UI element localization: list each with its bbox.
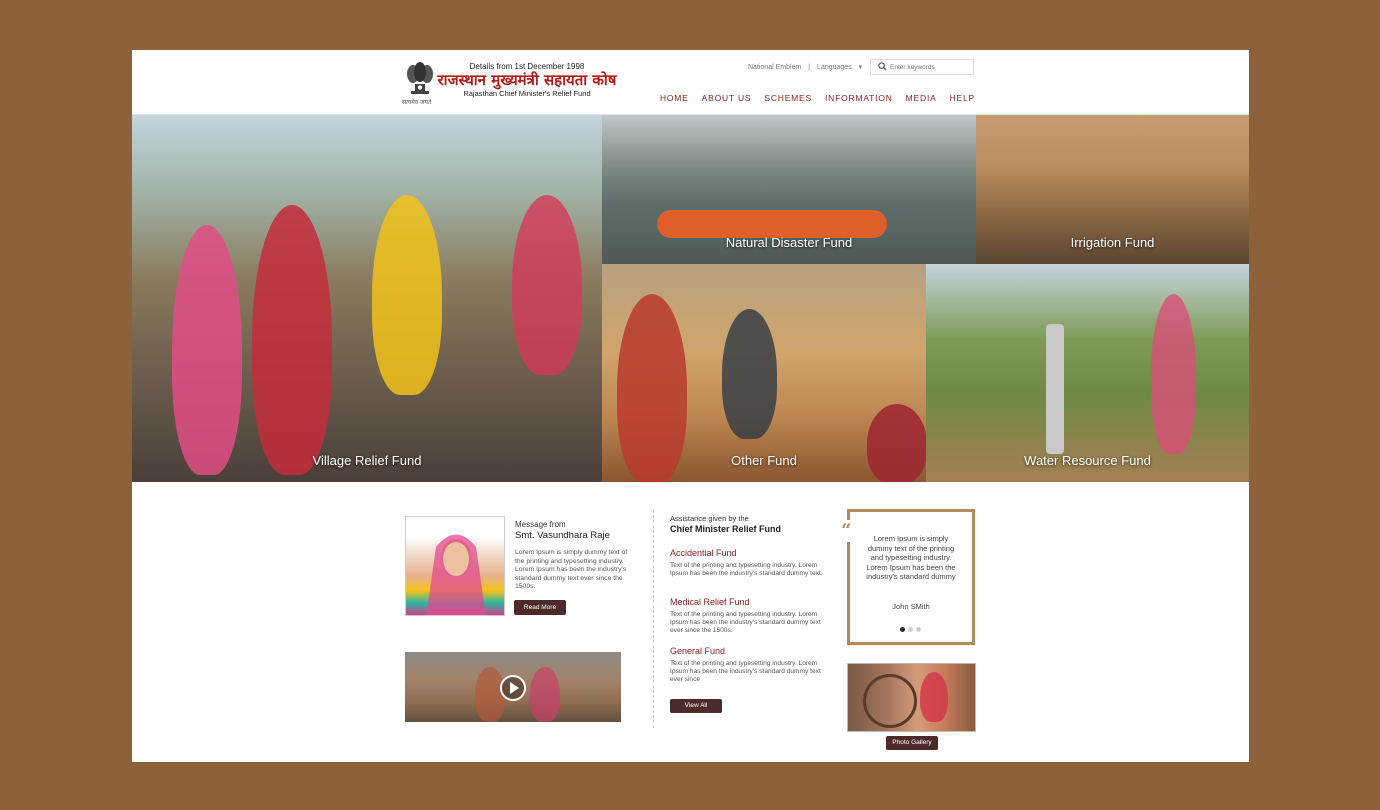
- testimonial-text: Lorem Ipsum is simply dummy text of the …: [866, 534, 956, 582]
- video-thumbnail[interactable]: [405, 652, 621, 722]
- languages-label: Languages: [817, 64, 852, 71]
- read-more-button[interactable]: Read More: [514, 600, 566, 615]
- tile-caption: Village Relief Fund: [312, 453, 422, 468]
- tile-caption: Natural Disaster Fund: [725, 235, 853, 250]
- photo-boat: [657, 210, 887, 238]
- nav-help[interactable]: HELP: [950, 93, 975, 103]
- search-input[interactable]: [890, 61, 970, 73]
- photo-figure: [512, 195, 582, 375]
- column-divider: [653, 510, 654, 728]
- tile-water-resource-fund[interactable]: Water Resource Fund: [926, 264, 1249, 482]
- fund-accidential-text: Text of the printing and typesetting ind…: [670, 562, 823, 578]
- quote-icon: “: [841, 520, 852, 542]
- languages-dropdown[interactable]: Languages ▾: [817, 64, 867, 71]
- fund-medical-text: Text of the printing and typesetting ind…: [670, 611, 821, 635]
- photo-figure: [920, 672, 948, 722]
- tile-caption: Irrigation Fund: [1070, 235, 1155, 250]
- toplinks-separator: |: [808, 64, 811, 71]
- carousel-dots: [900, 627, 921, 632]
- search-icon[interactable]: [878, 62, 887, 71]
- testimonial-author: John SMith: [892, 602, 930, 611]
- page: सत्यमेव जयते Details from 1st December 1…: [132, 50, 1249, 762]
- photo-figure: [1151, 294, 1196, 454]
- search-box: [870, 59, 974, 75]
- photo-gallery-thumbnail[interactable]: [847, 663, 976, 732]
- national-emblem-link[interactable]: National Emblem: [748, 64, 801, 71]
- message-author: Smt. Vasundhara Raje: [515, 530, 610, 541]
- message-from-label: Message from: [515, 520, 566, 529]
- nav-information[interactable]: INFORMATION: [825, 93, 893, 103]
- photo-figure: [372, 195, 442, 395]
- assistance-intro: Assistance given by the: [670, 514, 749, 523]
- carousel-dot[interactable]: [908, 627, 913, 632]
- tile-irrigation-fund[interactable]: Irrigation Fund: [976, 115, 1249, 264]
- nav-about-us[interactable]: ABOUT US: [702, 93, 752, 103]
- view-all-button[interactable]: View All: [670, 699, 722, 713]
- play-icon[interactable]: [500, 675, 526, 701]
- photo-figure: [172, 225, 242, 475]
- photo-handpump: [1046, 324, 1064, 454]
- photo-figure: [722, 309, 777, 439]
- nav-home[interactable]: HOME: [660, 93, 689, 103]
- caret-down-icon: ▾: [858, 64, 863, 71]
- tile-other-fund[interactable]: Other Fund: [602, 264, 926, 482]
- assistance-title: Chief Minister Relief Fund: [670, 524, 782, 534]
- carousel-dot[interactable]: [900, 627, 905, 632]
- fund-general-text: Text of the printing and typesetting ind…: [670, 660, 821, 684]
- photo-figure: [252, 205, 332, 475]
- emblem-motto: सत्यमेव जयते: [402, 99, 432, 106]
- cm-photo: [405, 516, 505, 616]
- fund-medical-link[interactable]: Medical Relief Fund: [670, 597, 750, 607]
- fund-accidential-link[interactable]: Accidential Fund: [670, 548, 737, 558]
- logo-title-hindi: राजस्थान मुख्यमंत्री सहायता कोष: [437, 71, 617, 89]
- cm-portrait: [426, 534, 486, 615]
- photo-gallery-button[interactable]: Photo Gallery: [886, 736, 938, 750]
- tile-caption: Other Fund: [731, 453, 797, 468]
- tile-natural-disaster-fund[interactable]: Natural Disaster Fund: [602, 115, 976, 264]
- photo-figure: [475, 667, 505, 722]
- main-nav: HOME ABOUT US SCHEMES INFORMATION MEDIA …: [647, 93, 975, 103]
- carousel-dot[interactable]: [916, 627, 921, 632]
- photo-figure: [530, 667, 560, 722]
- logo-title-english: Rajasthan Chief Minister's Relief Fund: [463, 89, 591, 98]
- logo-since: Details from 1st December 1998: [469, 62, 585, 71]
- tile-caption: Water Resource Fund: [1024, 453, 1151, 468]
- nav-media[interactable]: MEDIA: [906, 93, 937, 103]
- site-logo[interactable]: Details from 1st December 1998 राजस्थान …: [437, 62, 617, 98]
- fund-general-link[interactable]: General Fund: [670, 646, 725, 656]
- photo-figure: [867, 404, 926, 482]
- site-header: सत्यमेव जयते Details from 1st December 1…: [132, 50, 1249, 115]
- photo-spinning-wheel: [863, 674, 917, 728]
- tile-village-relief-fund[interactable]: Village Relief Fund: [132, 115, 602, 482]
- nav-schemes[interactable]: SCHEMES: [764, 93, 812, 103]
- top-links: National Emblem | Languages ▾: [748, 63, 872, 71]
- message-text: Lorem Ipsum is simply dummy text of the …: [515, 549, 628, 591]
